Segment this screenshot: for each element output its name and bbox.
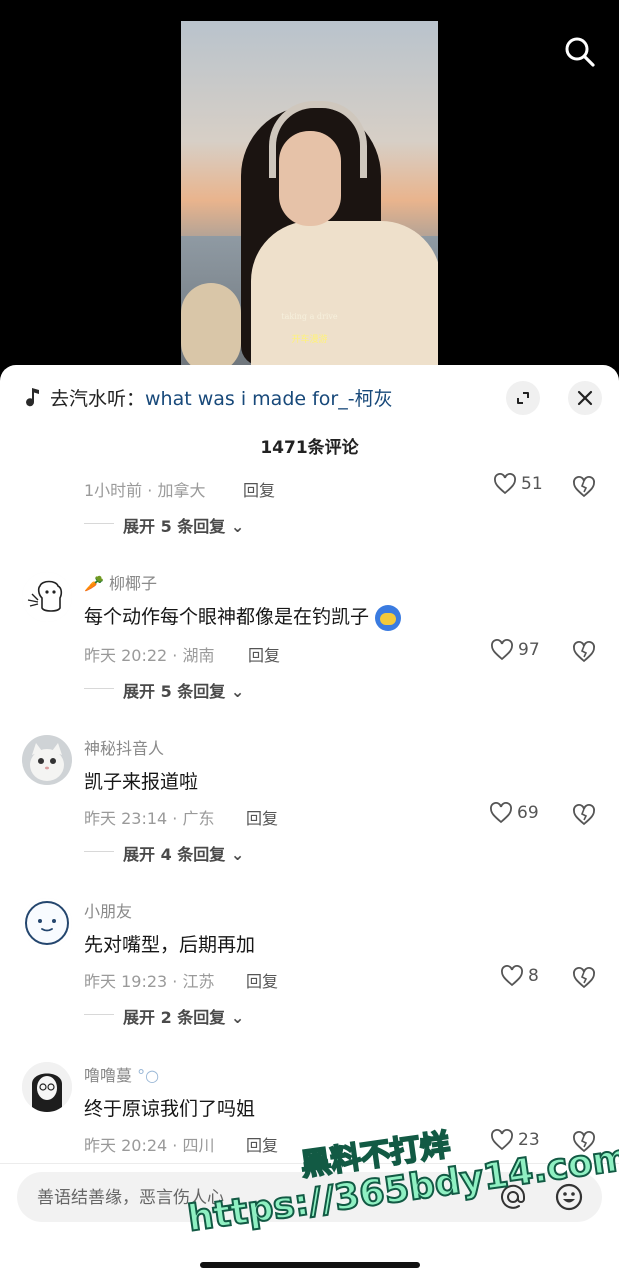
comment-content[interactable]: 凯子来报道啦 [84,767,198,794]
comment-time-location: 昨天 20:22 · 湖南 [84,646,215,665]
expand-replies-label: 展开 5 条回复 [123,517,226,536]
avatar-cat [22,735,72,785]
avatar-girl-sketch [22,1062,72,1112]
search-icon [565,37,595,67]
video-subtitle-en: taking a drive [281,312,338,321]
comment-username[interactable]: 小朋友 [84,898,132,922]
comment-time-location: 昨天 19:23 · 江苏 [84,972,215,991]
expand-button[interactable] [506,381,540,415]
search-button[interactable] [560,32,600,72]
comment-username[interactable]: 🥕 柳椰子 [84,570,157,594]
video-subtitle-zh: 开车漫游 [291,335,328,345]
avatar[interactable] [22,1062,72,1112]
like-button[interactable]: 69 [489,802,539,824]
expand-divider [84,1014,114,1015]
video-teddy-bear [181,283,241,366]
like-button[interactable]: 23 [490,1129,540,1151]
expand-icon [517,392,529,404]
like-count: 69 [517,803,539,823]
video-headphones [269,101,367,178]
expand-replies-label: 展开 5 条回复 [123,682,226,701]
avatar[interactable] [22,735,72,785]
video-frame[interactable]: taking a drive 开车漫游 [181,21,438,366]
comment-username[interactable]: 神秘抖音人 [84,735,164,759]
heart-icon [494,473,516,495]
expand-replies[interactable]: 展开 5 条回复 ⌄ [123,513,244,537]
close-icon [577,390,593,406]
like-button[interactable]: 8 [500,965,539,987]
username-text: 柳椰子 [109,574,158,593]
broken-heart-icon[interactable] [571,803,597,827]
expand-replies-label: 展开 2 条回复 [123,1008,226,1027]
close-button[interactable] [568,381,602,415]
home-indicator[interactable] [200,1262,420,1268]
like-count: 97 [518,640,540,660]
music-note-icon [26,388,39,407]
heart-icon [491,639,513,661]
carrot-icon: 🥕 [84,574,104,593]
heart-icon [490,802,512,824]
comment-content[interactable]: 每个动作每个眼神都像是在钓凯子 [84,602,402,631]
expand-replies[interactable]: 展开 5 条回复 ⌄ [123,678,244,702]
broken-heart-icon[interactable] [571,475,597,499]
reply-button[interactable]: 回复 [246,968,278,992]
reply-button[interactable]: 回复 [243,477,275,501]
expand-replies-label: 展开 4 条回复 [123,845,226,864]
video-player[interactable]: taking a drive 开车漫游 [0,0,619,380]
like-button[interactable]: 51 [493,473,543,495]
heart-icon [501,965,523,987]
music-song-title[interactable]: what was i made for_-柯灰 [145,384,393,411]
comment-item: 1小时前 · 加拿大 回复 51 展开 5 条回复 ⌄ [0,473,619,543]
heart-icon [491,1129,513,1151]
like-button[interactable]: 97 [490,639,540,661]
comment-text: 每个动作每个眼神都像是在钓凯子 [84,606,370,628]
expand-replies[interactable]: 展开 2 条回复 ⌄ [123,1004,244,1028]
comment-content[interactable]: 终于原谅我们了吗姐 [84,1094,255,1121]
reply-button[interactable]: 回复 [246,1132,278,1156]
like-count: 23 [518,1130,540,1150]
avatar-smiley [22,898,72,948]
reply-button[interactable]: 回复 [246,805,278,829]
avatar[interactable] [22,572,72,622]
music-prefix: 去汽水听： [50,387,146,410]
avatar[interactable] [22,898,72,948]
comment-item: 神秘抖音人 凯子来报道啦 昨天 23:14 · 广东 回复 69 展开 4 条回… [0,735,619,875]
expand-divider [84,523,114,524]
comment-time-location: 昨天 20:24 · 四川 [84,1136,215,1155]
comment-item: 🥕 柳椰子 每个动作每个眼神都像是在钓凯子 昨天 20:22 · 湖南 回复 9… [0,570,619,710]
music-link[interactable]: 去汽水听： what was i made for_-柯灰 [24,383,393,411]
avatar-dog-doodle [22,572,72,622]
laughing-emoji-icon [375,604,402,631]
comment-time-location: 昨天 23:14 · 广东 [84,809,215,828]
expand-replies[interactable]: 展开 4 条回复 ⌄ [123,841,244,865]
broken-heart-icon[interactable] [571,640,597,664]
reply-button[interactable]: 回复 [248,642,280,666]
broken-heart-icon[interactable] [571,966,597,990]
expand-divider [84,851,114,852]
comment-username[interactable]: 噜噜蔓 °○ [84,1062,159,1086]
username-text: 噜噜蔓 [84,1066,133,1085]
like-count: 51 [521,474,543,494]
comment-time-location: 1小时前 · 加拿大 [84,481,206,500]
comment-content[interactable]: 先对嘴型，后期再加 [84,930,255,957]
comment-count-title: 1471条评论 [260,438,359,458]
expand-divider [84,688,114,689]
comment-item: 小朋友 先对嘴型，后期再加 昨天 19:23 · 江苏 回复 8 展开 2 条回… [0,898,619,1038]
bubbles-icon: °○ [137,1066,160,1085]
like-count: 8 [528,966,539,986]
